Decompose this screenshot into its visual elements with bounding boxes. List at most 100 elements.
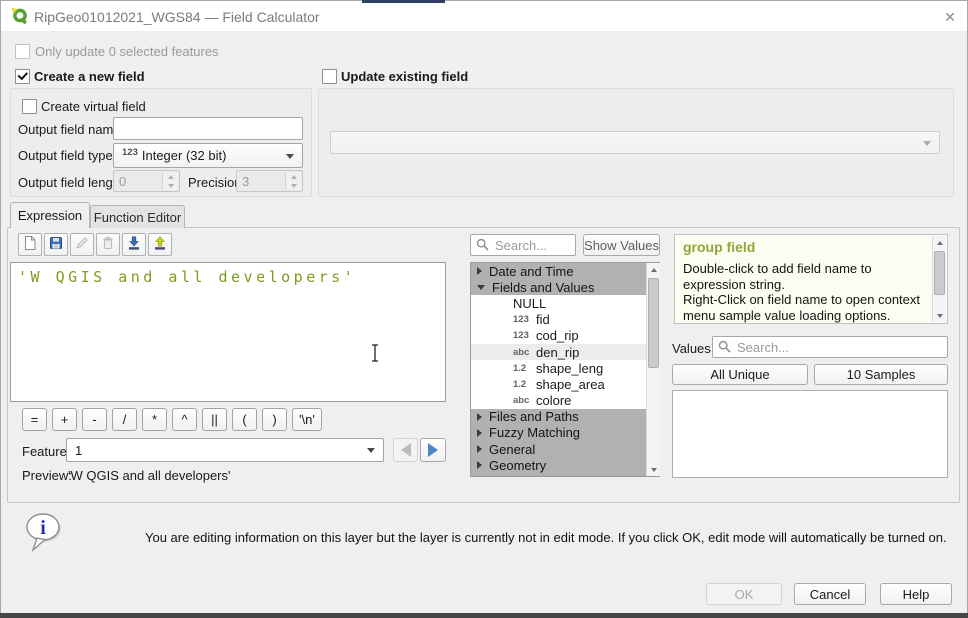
help-title: group field	[683, 239, 755, 255]
chevron-down-icon	[367, 448, 375, 453]
operator-button[interactable]: -	[82, 408, 107, 431]
chevron-right-icon	[477, 267, 482, 275]
help-button[interactable]: Help	[880, 583, 952, 605]
window-title: RipGeo01012021_WGS84 — Field Calculator	[34, 9, 320, 25]
scrollbar-thumb[interactable]	[648, 278, 659, 368]
output-field-name-input[interactable]	[113, 117, 303, 140]
export-expression-button[interactable]	[148, 233, 172, 256]
precision-spinner[interactable]: 3	[236, 170, 303, 192]
field-type-icon: 1.2	[513, 379, 536, 390]
previous-feature-button[interactable]	[393, 438, 418, 462]
tree-group-layout[interactable]: Layout	[471, 473, 659, 477]
output-field-length-spinner[interactable]: 0	[113, 170, 180, 192]
close-icon[interactable]: ✕	[939, 6, 961, 28]
feature-combobox[interactable]: 1	[66, 438, 384, 462]
function-search	[470, 234, 576, 256]
show-values-button[interactable]: Show Values	[583, 234, 660, 256]
operator-button[interactable]: ||	[202, 408, 227, 431]
chevron-right-icon	[477, 461, 482, 469]
tree-label: den_rip	[536, 345, 579, 360]
tree-label: General	[489, 442, 535, 457]
scroll-down-icon[interactable]	[933, 309, 946, 322]
cancel-button[interactable]: Cancel	[794, 583, 866, 605]
integer-type-icon: 123	[122, 147, 138, 158]
precision-label: Precision	[188, 175, 241, 190]
output-field-type-combobox[interactable]: 123 Integer (32 bit)	[113, 143, 303, 168]
tree-item-shape-area[interactable]: 1.2shape_area	[471, 376, 659, 392]
preview-label: Preview:	[22, 468, 72, 483]
tree-group-general[interactable]: General	[471, 441, 659, 457]
next-feature-button[interactable]	[420, 438, 446, 462]
operator-button[interactable]: )	[262, 408, 287, 431]
tree-group-date-and-time[interactable]: Date and Time	[471, 263, 659, 279]
operator-button[interactable]: '\n'	[292, 408, 322, 431]
values-search-input[interactable]	[712, 336, 948, 358]
text-cursor-icon	[369, 343, 381, 366]
only-update-checkbox[interactable]	[15, 44, 30, 59]
new-file-icon	[22, 235, 38, 254]
tree-group-fuzzy-matching[interactable]: Fuzzy Matching	[471, 425, 659, 441]
help-line: Right-Click on field name to open contex…	[683, 292, 925, 323]
pencil-icon	[74, 235, 90, 254]
tree-label: Layout	[489, 474, 528, 477]
operator-button[interactable]: ^	[172, 408, 197, 431]
tree-label: shape_leng	[536, 361, 603, 376]
create-new-field-checkbox[interactable]	[15, 69, 30, 84]
existing-field-combobox[interactable]	[330, 131, 940, 154]
tree-group-geometry[interactable]: Geometry	[471, 457, 659, 473]
ten-samples-button[interactable]: 10 Samples	[814, 364, 948, 385]
edit-expression-button[interactable]	[70, 233, 94, 256]
screen-edge-strip	[0, 613, 968, 618]
chevron-right-icon	[477, 445, 482, 453]
tree-label: Geometry	[489, 458, 546, 473]
expression-editor[interactable]: 'W QGIS and all developers'	[10, 262, 446, 402]
create-virtual-field-checkbox[interactable]	[22, 99, 37, 114]
trash-icon	[100, 235, 116, 254]
scroll-down-icon[interactable]	[647, 463, 660, 476]
field-type-icon: 123	[513, 314, 536, 325]
ok-button[interactable]: OK	[706, 583, 782, 605]
operator-button[interactable]: /	[112, 408, 137, 431]
values-list[interactable]	[672, 390, 948, 478]
tree-group-fields-and-values[interactable]: Fields and Values	[471, 279, 659, 295]
spinner-arrows-icon[interactable]	[162, 172, 178, 190]
output-field-length-value: 0	[119, 174, 126, 189]
spinner-arrows-icon[interactable]	[285, 172, 301, 190]
scroll-up-icon[interactable]	[933, 236, 946, 249]
new-expression-button[interactable]	[18, 233, 42, 256]
update-existing-field-checkbox[interactable]	[322, 69, 337, 84]
all-unique-button[interactable]: All Unique	[672, 364, 808, 385]
scrollbar-thumb[interactable]	[934, 251, 945, 295]
chevron-right-icon	[477, 413, 482, 421]
scroll-up-icon[interactable]	[647, 263, 660, 276]
tree-item-null[interactable]: NULL	[471, 295, 659, 311]
tree-label: Fuzzy Matching	[489, 425, 580, 440]
save-expression-button[interactable]	[44, 233, 68, 256]
titlebar[interactable]: RipGeo01012021_WGS84 — Field Calculator …	[1, 1, 967, 32]
tree-item-fid[interactable]: 123fid	[471, 312, 659, 328]
operator-button[interactable]: =	[22, 408, 47, 431]
tree-item-colore[interactable]: abccolore	[471, 393, 659, 409]
operator-button[interactable]: (	[232, 408, 257, 431]
operator-button[interactable]: *	[142, 408, 167, 431]
field-type-icon: abc	[513, 395, 536, 406]
tree-label: fid	[536, 312, 550, 327]
help-scrollbar[interactable]	[932, 236, 946, 322]
field-calculator-dialog: RipGeo01012021_WGS84 — Field Calculator …	[0, 0, 968, 618]
tab-expression[interactable]: Expression	[10, 202, 90, 228]
operator-button[interactable]: +	[52, 408, 77, 431]
chevron-down-icon	[923, 141, 931, 146]
import-expression-button[interactable]	[122, 233, 146, 256]
create-virtual-field-label: Create virtual field	[41, 99, 146, 114]
create-new-field-label: Create a new field	[34, 69, 145, 84]
save-icon	[48, 235, 64, 254]
field-type-icon: 123	[513, 330, 536, 341]
delete-expression-button[interactable]	[96, 233, 120, 256]
tab-function-editor[interactable]: Function Editor	[90, 205, 185, 228]
field-type-icon: 1.2	[513, 363, 536, 374]
tree-group-files-and-paths[interactable]: Files and Paths	[471, 409, 659, 425]
tree-scrollbar[interactable]	[646, 263, 660, 476]
tree-item-shape-leng[interactable]: 1.2shape_leng	[471, 360, 659, 376]
tree-item-cod-rip[interactable]: 123cod_rip	[471, 328, 659, 344]
tree-item-den-rip[interactable]: abcden_rip	[471, 344, 659, 360]
